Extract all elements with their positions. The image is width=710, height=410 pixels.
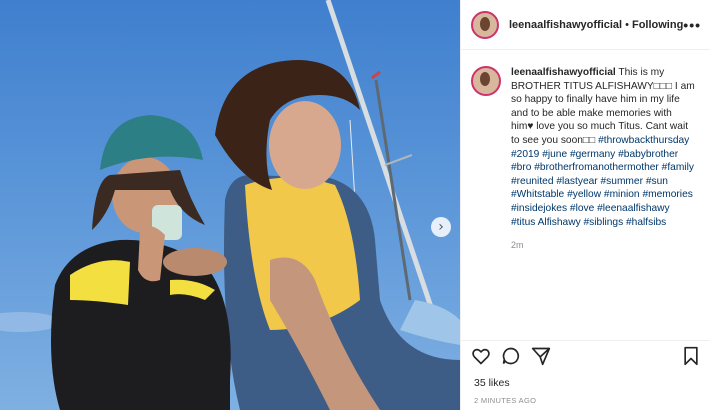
hashtag-link[interactable]: #love (570, 203, 594, 214)
face (269, 101, 341, 189)
bookmark-icon[interactable] (682, 346, 700, 366)
caption-avatar[interactable] (471, 66, 501, 96)
caption-username-link[interactable]: leenaalfishawyofficial (511, 67, 616, 78)
hashtag-link[interactable]: Alfishawy (538, 217, 581, 228)
caption-section: leenaalfishawyofficial This is my BROTHE… (461, 50, 710, 253)
hashtag-link[interactable]: #siblings (584, 217, 624, 228)
hashtag-link[interactable]: #summer (601, 176, 643, 187)
hashtag-link[interactable]: #memories (642, 189, 692, 200)
hashtag-link[interactable]: #halfsibs (626, 217, 666, 228)
boat-mast-secondary (374, 79, 412, 301)
hashtag-link[interactable]: #insidejokes (511, 203, 567, 214)
action-bar (461, 340, 710, 370)
hashtag-link[interactable]: #reunited (511, 176, 553, 187)
hashtag-link[interactable]: #leenaalfishawy (597, 203, 670, 214)
heart-icon[interactable] (471, 346, 491, 366)
hashtag-link[interactable]: #yellow (567, 189, 601, 200)
caption-hashtags: #throwbackthursday #2019 #june #germany … (511, 135, 694, 228)
hashtag-link[interactable]: #june (542, 149, 567, 160)
next-photo-button[interactable]: › (431, 217, 451, 237)
blue-cloth (400, 300, 460, 345)
hashtag-link[interactable]: #titus (511, 217, 535, 228)
hashtag-link[interactable]: #germany (570, 149, 615, 160)
hashtag-link[interactable]: #brotherfromanothermother (534, 162, 659, 173)
hashtag-link[interactable]: #Whitstable (511, 189, 564, 200)
mast-flag (371, 70, 381, 80)
post-header: leenaalfishawyofficial • Following ••• (461, 0, 710, 50)
cloud (0, 312, 60, 332)
likes-count[interactable]: 35 likes (474, 377, 510, 389)
avatar[interactable] (471, 10, 499, 39)
caption-text: leenaalfishawyofficial This is my BROTHE… (511, 66, 696, 253)
following-button[interactable]: Following (632, 19, 683, 31)
post-photo[interactable]: › (0, 0, 460, 410)
hashtag-link[interactable]: #2019 (511, 149, 539, 160)
hashtag-link[interactable]: #sun (646, 176, 668, 187)
comment-icon[interactable] (501, 346, 521, 366)
username-link[interactable]: leenaalfishawyofficial (509, 19, 622, 31)
more-options-icon[interactable]: ••• (683, 17, 701, 33)
post-sidebar: leenaalfishawyofficial • Following ••• l… (460, 0, 710, 410)
hashtag-link[interactable]: #babybrother (618, 149, 678, 160)
paper-plane-icon[interactable] (531, 346, 551, 366)
photo-illustration (0, 0, 460, 410)
hashtag-link[interactable]: #bro (511, 162, 531, 173)
hashtag-link[interactable]: #family (662, 162, 694, 173)
hashtag-link[interactable]: #minion (604, 189, 640, 200)
posted-time: 2 MINUTES AGO (474, 396, 537, 405)
cupped-hands (163, 248, 227, 276)
separator-dot: • (625, 18, 629, 31)
instagram-post: › leenaalfishawyofficial • Following •••… (0, 0, 710, 410)
caption-timestamp: 2m (511, 240, 524, 251)
hashtag-link[interactable]: #lastyear (556, 176, 597, 187)
hashtag-link[interactable]: #throwbackthursday (598, 135, 689, 146)
